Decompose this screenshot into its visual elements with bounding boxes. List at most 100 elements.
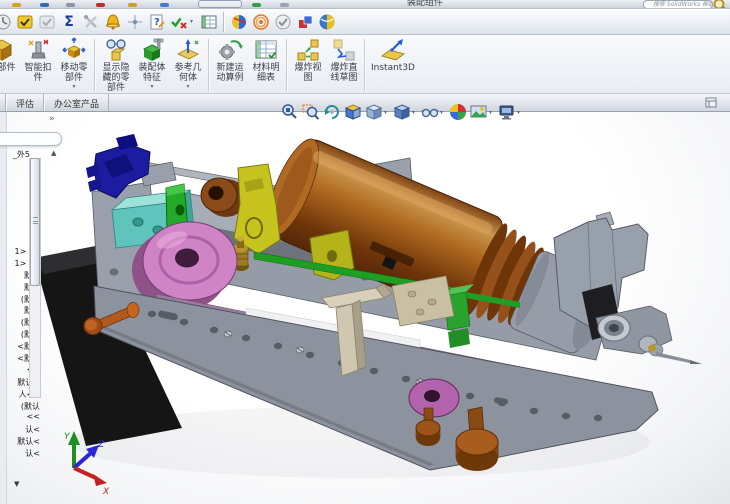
ribbon-label: 材料明细表 (252, 63, 280, 83)
ribbon-smart-fasteners[interactable]: 智能扣件 (20, 37, 56, 83)
chevron-down-icon[interactable]: ▾ (412, 109, 419, 116)
verify-check-icon[interactable] (168, 11, 190, 33)
chevron-down-icon[interactable]: ▾ (186, 84, 189, 90)
search-input[interactable]: 搜索 SolidWorks 帮助 (643, 0, 713, 8)
apply-scene-icon[interactable] (468, 101, 489, 123)
thumb-grip (33, 217, 38, 224)
chevron-down-icon[interactable]: ▾ (72, 84, 75, 90)
ribbon-label: 新建运动算例 (216, 63, 244, 83)
ribbon-separator (208, 39, 210, 91)
hide-show-items-icon[interactable] (419, 101, 440, 123)
design-checker-icon[interactable] (14, 11, 36, 33)
ribbon-instant3d[interactable]: Instant3D (368, 37, 418, 73)
doc-question-icon[interactable]: ? (146, 11, 168, 33)
feature-manager-flyout: » _外5 ▲ 1> (默1> (默默认默认(默认默认(默认(默认<默认<默认<… (0, 112, 66, 504)
motion-rings-icon[interactable] (250, 11, 272, 33)
toolbar-partial-icon[interactable] (128, 3, 137, 7)
chevron-down-icon[interactable]: ▾ (517, 109, 524, 116)
view-orientation-icon[interactable] (363, 101, 384, 123)
ribbon-label: Instant3D (371, 63, 415, 73)
toolbar-partial-icon[interactable] (96, 3, 105, 7)
ribbon-label: 显示隐藏的零部件 (102, 63, 130, 93)
toolbar-separator (223, 11, 225, 32)
zoom-fit-icon[interactable] (279, 101, 300, 123)
tree-item[interactable]: 默认< (0, 436, 42, 448)
chevron-down-icon[interactable]: ▾ (150, 84, 153, 90)
toolbar-partial-icon[interactable] (252, 3, 261, 7)
expand-chevron-icon[interactable]: » (49, 114, 55, 124)
ribbon-separator (94, 39, 96, 91)
flyout-header-capsule[interactable] (0, 132, 62, 146)
graphics-viewport[interactable]: Y Z X (0, 112, 730, 504)
toolbar-partial-icon[interactable] (12, 3, 21, 7)
equations-icon[interactable]: Σ (58, 11, 80, 33)
menu-bar-sliver: 装配组件 搜索 SolidWorks 帮助 (0, 0, 730, 9)
realview-globe-icon[interactable] (316, 11, 338, 33)
view-settings-icon[interactable] (496, 101, 517, 123)
tree-item[interactable]: 认< (0, 448, 42, 460)
assembly-model[interactable]: Y Z X (0, 112, 730, 504)
display-style-icon[interactable] (391, 101, 412, 123)
ribbon-explode-line-sketch[interactable]: 爆炸直线草图 (326, 37, 362, 83)
tree-root-item[interactable]: _外5 (0, 149, 30, 160)
standard-toolbar: Σ ? ▾ (0, 9, 730, 35)
search-magnifier-icon[interactable] (712, 0, 728, 9)
chevron-down-icon[interactable]: ▾ (384, 109, 391, 116)
tab-evaluate[interactable]: 评估 (6, 94, 45, 111)
tree-item[interactable]: 认< (0, 424, 42, 436)
zoom-area-icon[interactable] (300, 101, 321, 123)
section-view-icon[interactable] (342, 101, 363, 123)
ribbon-separator (364, 39, 366, 91)
table-icon[interactable] (198, 11, 220, 33)
appearance-icon[interactable] (228, 11, 250, 33)
ribbon-label: 移动零部件 (60, 63, 88, 83)
ribbon-label: 零部件 (0, 63, 16, 73)
x-axis-arrow (93, 474, 107, 486)
ribbon-show-hidden-components[interactable]: 显示隐藏的零部件 ▾ (98, 37, 134, 100)
ribbon-move-component[interactable]: 移动零部件 ▾ (56, 37, 92, 90)
ribbon-label: 参考几何体 (174, 63, 202, 83)
toolbar-partial-icon[interactable] (40, 3, 49, 7)
tree-scroll-up-icon[interactable]: ▲ (51, 149, 56, 157)
chevron-down-icon[interactable]: ▾ (440, 109, 447, 116)
tree-scroll-down-icon[interactable]: ▼ (14, 480, 19, 488)
heads-up-view-toolbar: ▾ ▾ ▾ ▾ ▾ (279, 100, 524, 124)
toolbar-partial-icon[interactable] (66, 3, 75, 7)
alert-bell-icon[interactable] (102, 11, 124, 33)
dropdown-caret-icon[interactable]: ▾ (190, 18, 198, 25)
command-manager-ribbon: 零部件 智能扣件 移动零部件 ▾ 显示隐藏的零部件 ▾ 装配体特征 ▾ 参考几何… (0, 35, 730, 100)
chevron-down-icon[interactable]: ▾ (489, 109, 496, 116)
approve-circle-icon[interactable] (272, 11, 294, 33)
rotate-view-icon[interactable] (321, 101, 342, 123)
tree-item[interactable]: (默认 (0, 401, 42, 413)
ribbon-bill-of-materials[interactable]: 材料明细表 (248, 37, 284, 83)
probe-needle (656, 352, 690, 363)
ribbon-assembly-features[interactable]: 装配体特征 ▾ (134, 37, 170, 90)
edit-appearance-icon[interactable] (447, 101, 468, 123)
ribbon-separator (286, 39, 288, 91)
ribbon-exploded-view[interactable]: 爆炸视图 (290, 37, 326, 83)
tools-inactive-icon[interactable] (80, 11, 102, 33)
tab-office-products[interactable]: 办公室产品 (44, 94, 110, 111)
idler-pulley-magenta[interactable] (408, 378, 460, 418)
ribbon-label: 爆炸视图 (294, 63, 322, 83)
ribbon-label: 智能扣件 (24, 63, 52, 83)
ribbon-label: 爆炸直线草图 (330, 63, 358, 83)
centermark-icon[interactable] (124, 11, 146, 33)
solidworks-window: 装配组件 搜索 SolidWorks 帮助 Σ ? ▾ 部件 智能扣件 移动零部… (0, 0, 730, 504)
compare-squares-icon[interactable] (294, 11, 316, 33)
check-inactive-icon[interactable] (36, 11, 58, 33)
ribbon-label: 装配体特征 (138, 63, 166, 83)
ribbon-insert-component[interactable]: 零部件 (0, 37, 20, 73)
tree-scrollbar-thumb[interactable] (30, 158, 40, 286)
toolbar-selected-button[interactable] (198, 0, 242, 8)
toolbar-partial-icon[interactable] (160, 3, 169, 7)
ribbon-new-motion-study[interactable]: 新建运动算例 (212, 37, 248, 83)
tree-item[interactable]: << (0, 412, 42, 424)
x-axis-label: X (102, 487, 110, 497)
pane-toggle-icon[interactable] (705, 97, 717, 109)
schedule-icon[interactable] (0, 11, 14, 33)
toolbar-partial-icon[interactable] (280, 3, 289, 7)
z-axis-label: Z (97, 440, 105, 450)
ribbon-reference-geometry[interactable]: 参考几何体 ▾ (170, 37, 206, 90)
